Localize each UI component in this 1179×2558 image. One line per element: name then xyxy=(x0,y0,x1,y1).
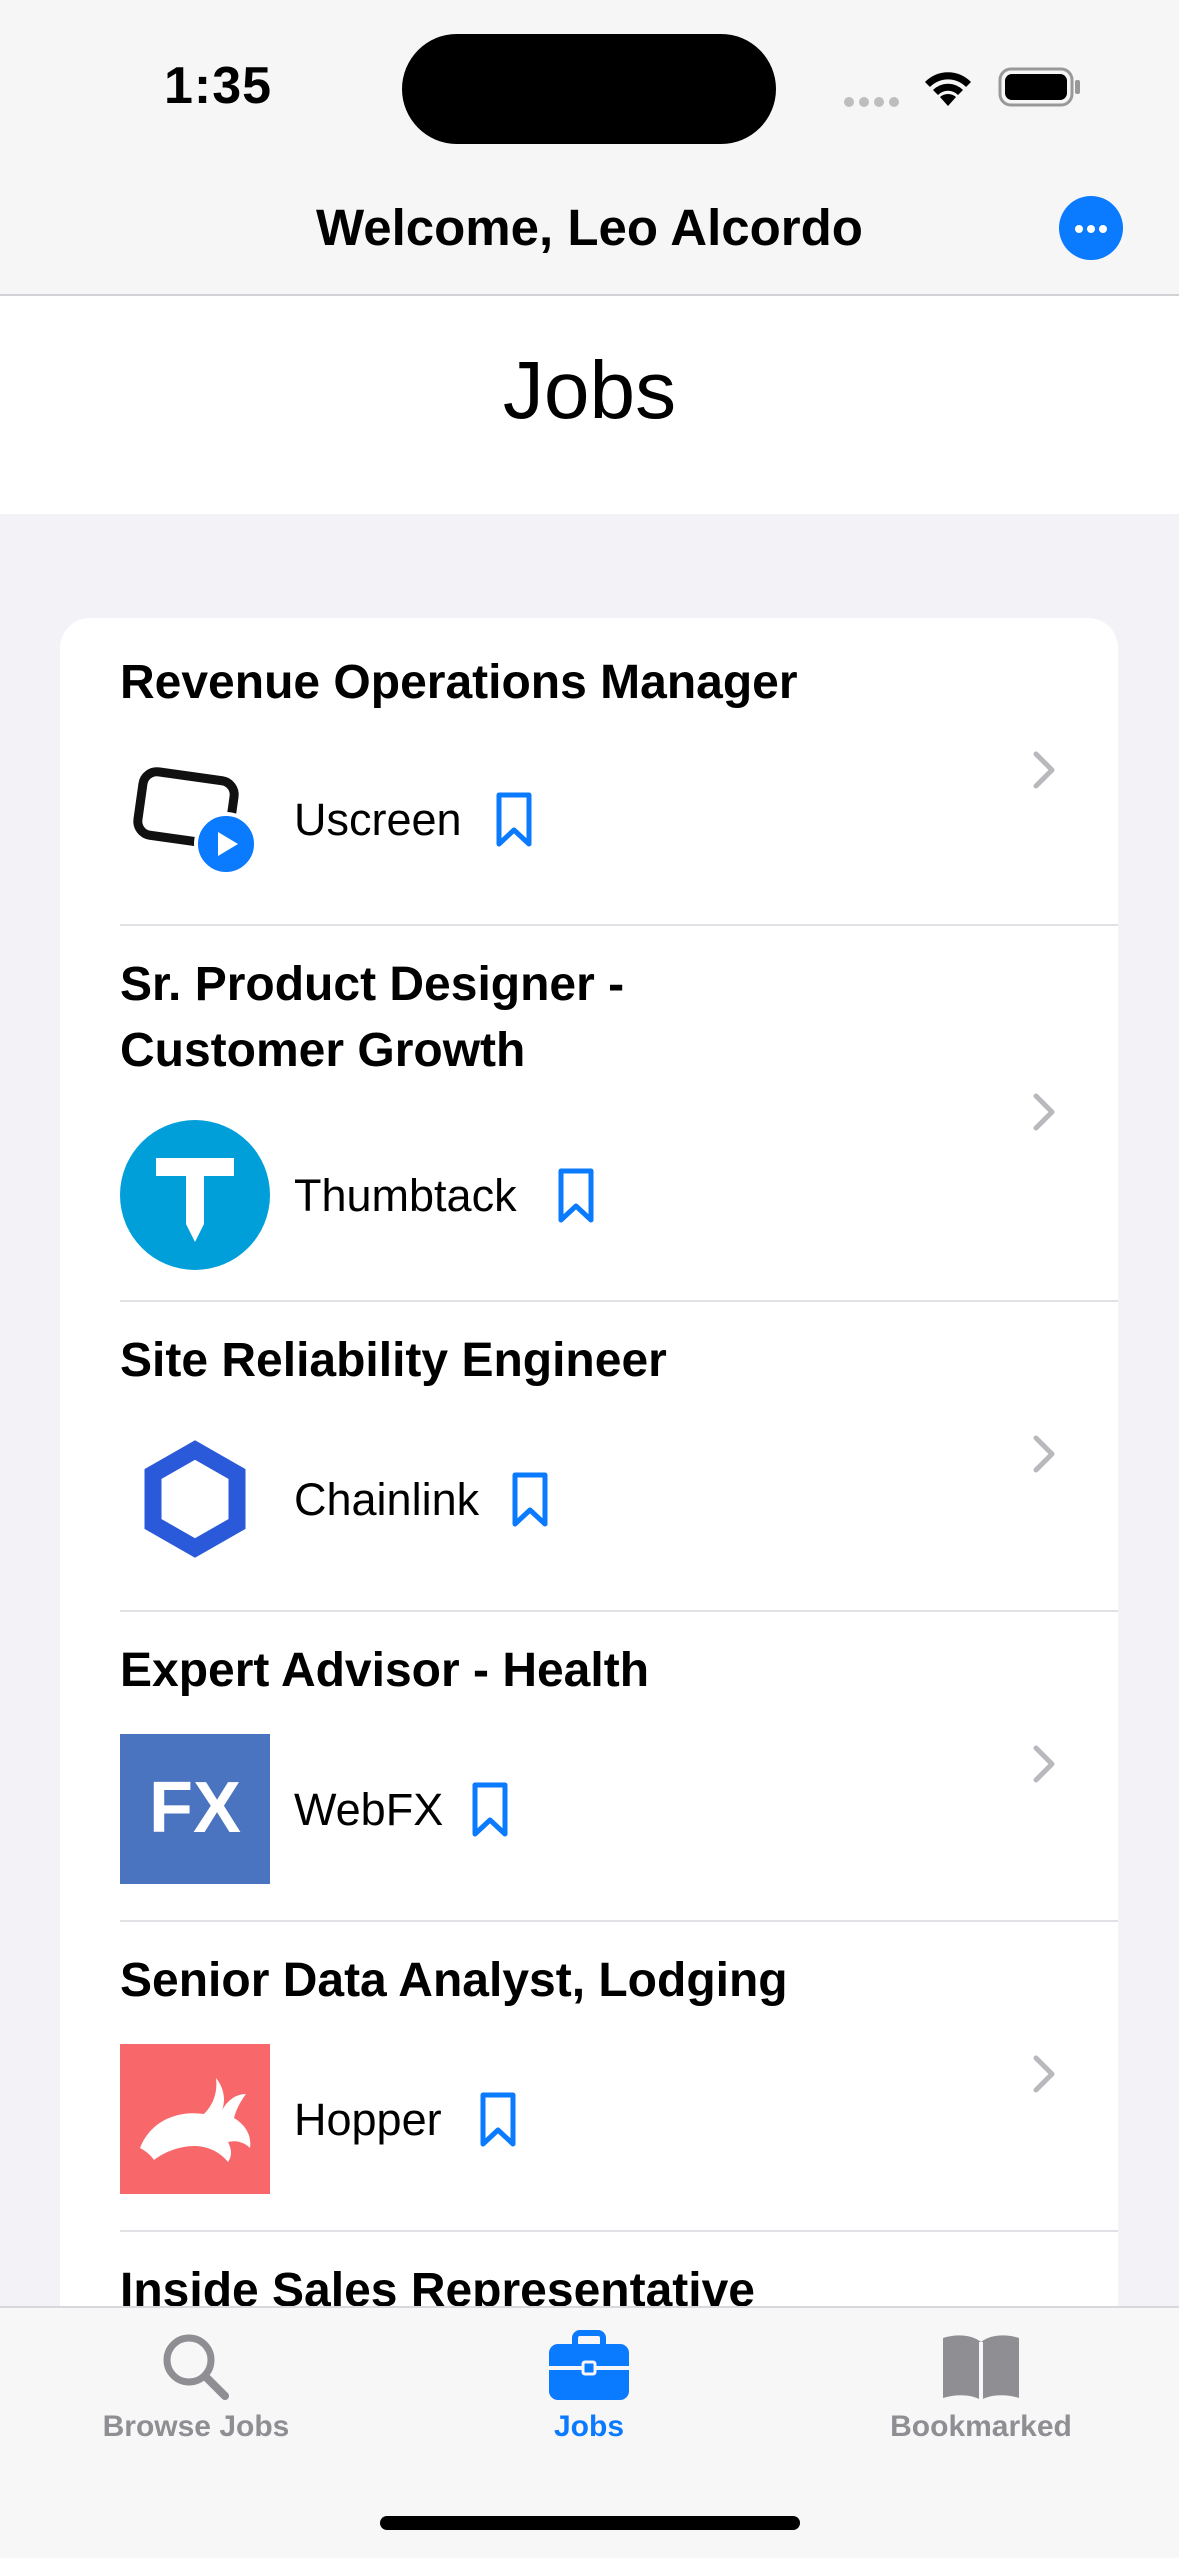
thumbtack-logo xyxy=(120,1120,270,1270)
tab-bookmarked[interactable]: Bookmarked xyxy=(831,2330,1131,2444)
chevron-right-icon xyxy=(1033,751,1055,789)
company-name: Chainlink xyxy=(294,1474,480,1525)
bookmark-icon[interactable] xyxy=(556,1167,596,1225)
chainlink-logo xyxy=(120,1424,270,1574)
tab-label: Bookmarked xyxy=(890,2410,1072,2443)
job-title: Expert Advisor - Health xyxy=(120,1644,650,1697)
page-header: Jobs xyxy=(0,296,1179,514)
tab-jobs[interactable]: Jobs xyxy=(439,2330,739,2444)
welcome-title: Welcome, Leo Alcordo xyxy=(316,199,863,256)
company-name: WebFX xyxy=(294,1784,444,1835)
bookmark-icon[interactable] xyxy=(478,2091,518,2149)
more-icon-dot xyxy=(1075,225,1083,233)
svg-text:FX: FX xyxy=(149,1768,241,1848)
job-row[interactable]: Site Reliability Engineer Chainlink xyxy=(60,1302,1118,1612)
job-title: Site Reliability Engineer xyxy=(120,1334,667,1387)
hopper-logo xyxy=(120,2044,270,2194)
job-row[interactable]: Expert Advisor - Health FX WebFX xyxy=(60,1612,1118,1922)
more-options-button[interactable] xyxy=(1059,196,1123,260)
chevron-right-icon xyxy=(1033,1093,1055,1131)
job-row[interactable]: Senior Data Analyst, Lodging Hopper xyxy=(60,1922,1118,2232)
job-title: Senior Data Analyst, Lodging xyxy=(120,1954,788,2007)
chevron-right-icon xyxy=(1033,2055,1055,2093)
job-title: Revenue Operations Manager xyxy=(120,656,798,709)
more-icon-dot xyxy=(1099,225,1107,233)
briefcase-icon xyxy=(549,2330,629,2400)
bookmark-icon[interactable] xyxy=(510,1471,550,1529)
search-icon xyxy=(163,2334,229,2400)
tab-label: Browse Jobs xyxy=(102,2410,290,2443)
job-row[interactable]: Revenue Operations Manager Uscreen xyxy=(60,618,1118,926)
company-name: Hopper xyxy=(294,2094,442,2145)
chevron-right-icon xyxy=(1033,1435,1055,1473)
battery-icon xyxy=(998,67,1080,107)
company-name: Uscreen xyxy=(294,794,462,845)
dynamic-island xyxy=(402,34,776,144)
more-icon-dot xyxy=(1087,225,1095,233)
tab-label: Jobs xyxy=(553,2410,625,2443)
company-name: Thumbtack xyxy=(294,1170,517,1221)
status-bar: 1:35 xyxy=(0,0,1179,180)
job-row[interactable]: Sr. Product Designer - Customer Growth T… xyxy=(60,926,1118,1302)
webfx-logo: FX xyxy=(120,1734,270,1884)
uscreen-logo xyxy=(120,744,270,894)
page-title: Jobs xyxy=(502,345,677,436)
cellular-signal-icon xyxy=(844,94,904,112)
bookmark-icon[interactable] xyxy=(470,1781,510,1839)
tab-browse-jobs[interactable]: Browse Jobs xyxy=(46,2330,346,2444)
home-indicator xyxy=(380,2516,800,2530)
wifi-icon xyxy=(925,72,971,106)
chevron-right-icon xyxy=(1033,1745,1055,1783)
bookmark-icon[interactable] xyxy=(494,791,534,849)
jobs-list: Revenue Operations Manager Uscreen Sr. P… xyxy=(60,618,1118,2418)
job-title: Sr. Product Designer - Customer Growth xyxy=(120,958,625,1077)
book-icon xyxy=(943,2335,1019,2400)
navigation-bar: Welcome, Leo Alcordo xyxy=(0,180,1179,296)
status-time: 1:35 xyxy=(164,57,273,115)
